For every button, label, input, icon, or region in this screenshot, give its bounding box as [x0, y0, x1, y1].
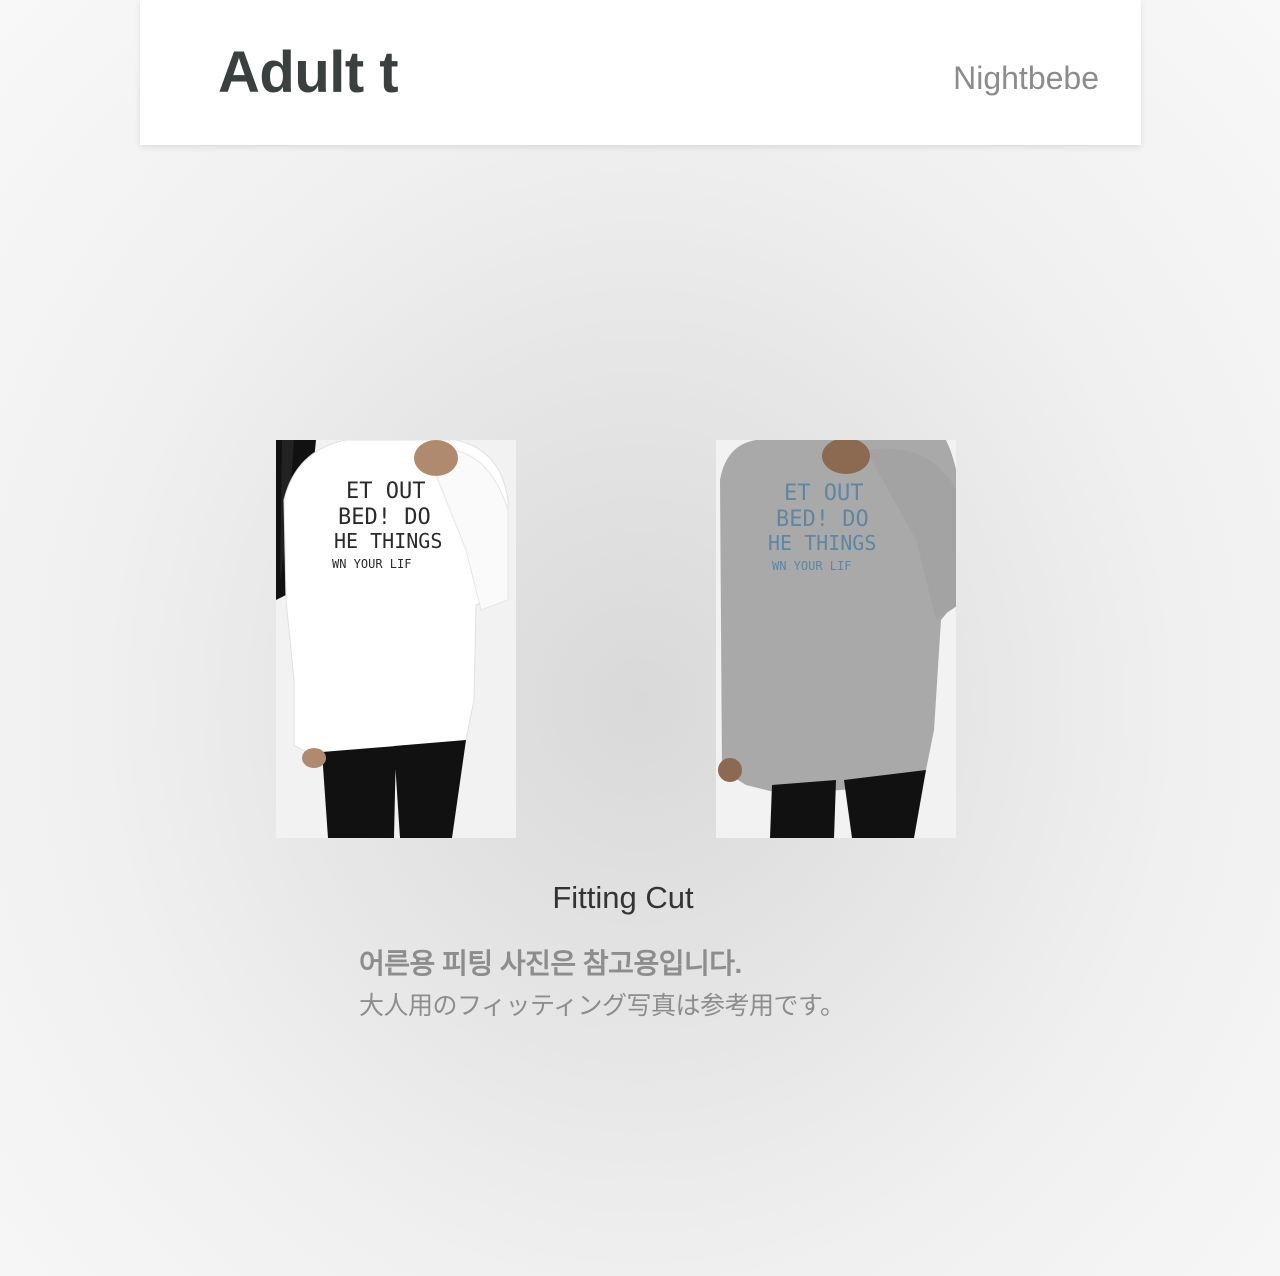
reference-note-korean: 어른용 피팅 사진은 참고용입니다. — [359, 948, 742, 979]
white-shirt-illustration: ET OUT BED! DO HE THINGS WN YOUR LIF — [276, 440, 516, 838]
caption-title: Fitting Cut — [552, 880, 694, 915]
print-line: BED! DO — [338, 505, 431, 530]
fitting-photo-white: ET OUT BED! DO HE THINGS WN YOUR LIF — [276, 440, 516, 838]
header-card: Adult t Nightbebe — [140, 0, 1141, 145]
print-line: WN YOUR LIF — [772, 559, 851, 573]
print-line: HE THINGS — [334, 529, 442, 553]
print-line: BED! DO — [776, 507, 869, 532]
grey-shirt-illustration: ET OUT BED! DO HE THINGS WN YOUR LIF — [716, 440, 956, 838]
reference-note-japanese: 大人用のフィッティング写真は参考用です。 — [359, 992, 845, 1020]
fitting-photo-grey: ET OUT BED! DO HE THINGS WN YOUR LIF — [716, 440, 956, 838]
brand-name: Nightbebe — [953, 60, 1099, 96]
print-line: ET OUT — [784, 481, 863, 506]
print-line: WN YOUR LIF — [332, 557, 411, 571]
print-line: ET OUT — [346, 479, 425, 504]
page-title: Adult t — [218, 40, 399, 105]
print-line: HE THINGS — [768, 531, 876, 555]
